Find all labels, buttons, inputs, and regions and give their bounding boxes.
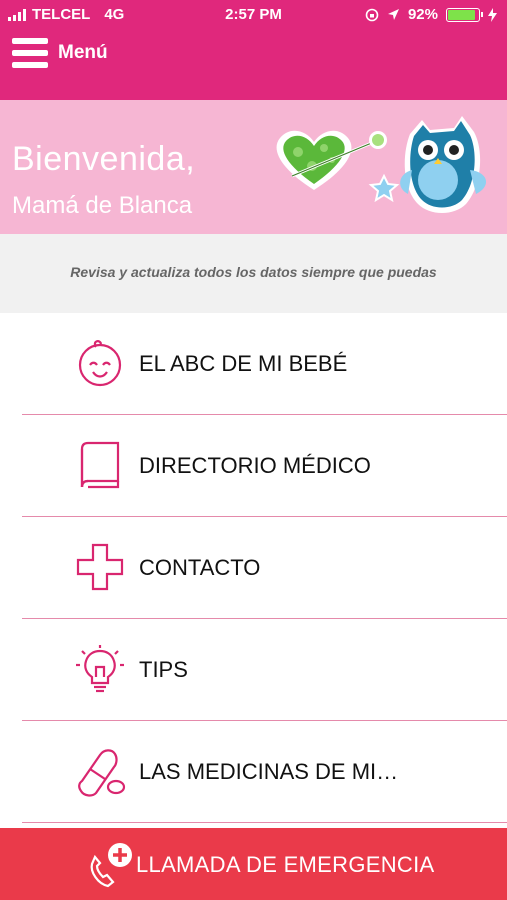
pill-icon <box>78 749 126 797</box>
battery-icon <box>446 7 483 22</box>
lightbulb-icon <box>76 645 124 693</box>
menu-label: Menú <box>58 42 108 63</box>
menu-item-label: EL ABC DE MI BEBÉ <box>139 351 348 376</box>
menu-item-label: CONTACTO <box>139 555 261 580</box>
menu-item-label: DIRECTORIO MÉDICO <box>139 453 371 478</box>
charging-bolt-icon <box>488 7 497 22</box>
subtitle-bar: Revisa y actualiza todos los datos siemp… <box>0 234 507 313</box>
subtitle-text: Revisa y actualiza todos los datos siemp… <box>70 264 437 280</box>
battery-percent: 92% <box>407 6 438 23</box>
menu-item-label: TIPS <box>139 657 188 682</box>
owl-illustration <box>400 116 487 213</box>
status-bar: TELCEL 4G 2:57 PM 92% <box>0 0 507 30</box>
banner-illustration <box>276 116 487 213</box>
book-icon <box>80 441 120 489</box>
menu-item-label: LAS MEDICINAS DE MI… <box>139 759 399 784</box>
hamburger-icon[interactable] <box>12 38 48 68</box>
star-illustration <box>368 173 400 203</box>
app-header: TELCEL 4G 2:57 PM 92% Menú <box>0 0 507 100</box>
menu-button[interactable]: Menú <box>12 38 108 68</box>
baby-face-icon <box>78 340 122 387</box>
emergency-call-label: LLAMADA DE EMERGENCIA <box>136 852 435 877</box>
status-right: 92% <box>365 6 497 23</box>
welcome-banner: Bienvenida, Mamá de Blanca <box>0 100 507 234</box>
medical-cross-icon <box>76 543 124 591</box>
menu-item-abc-bebe[interactable]: EL ABC DE MI BEBÉ <box>22 313 507 415</box>
emergency-call-button[interactable]: LLAMADA DE EMERGENCIA <box>0 828 507 900</box>
heart-pin-illustration <box>276 130 387 190</box>
menu-item-directorio-medico[interactable]: DIRECTORIO MÉDICO <box>22 415 507 517</box>
rotation-lock-icon <box>365 8 379 21</box>
welcome-user-name: Mamá de Blanca <box>12 192 193 219</box>
menu-item-medicinas[interactable]: LAS MEDICINAS DE MI… <box>22 721 507 823</box>
welcome-greeting: Bienvenida, <box>12 140 196 178</box>
menu-item-tips[interactable]: TIPS <box>22 619 507 721</box>
location-arrow-icon <box>387 9 399 20</box>
menu-item-contacto[interactable]: CONTACTO <box>22 517 507 619</box>
phone-plus-icon <box>90 843 132 888</box>
